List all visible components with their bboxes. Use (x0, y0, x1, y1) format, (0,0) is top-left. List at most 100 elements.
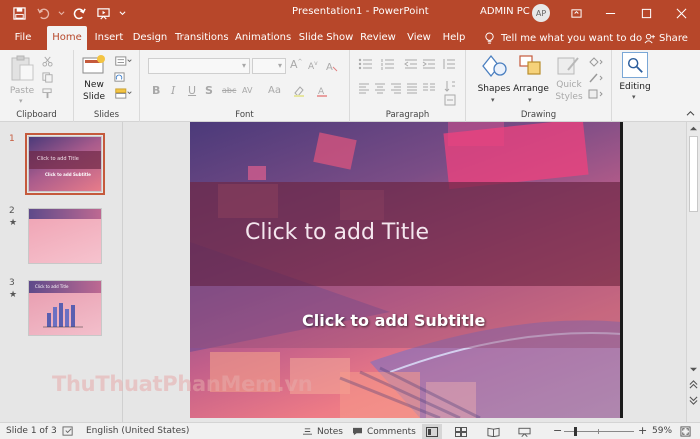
collapse-ribbon-icon[interactable] (686, 110, 695, 117)
shape-fill-icon[interactable] (588, 56, 604, 68)
numbering-icon[interactable] (380, 58, 396, 70)
shape-effects-icon[interactable] (588, 88, 604, 100)
font-color-icon[interactable]: A (316, 85, 330, 97)
ribbon-display-options-button[interactable] (559, 0, 593, 26)
editing-button[interactable]: Editing ▾ (616, 52, 654, 102)
vertical-scrollbar[interactable] (686, 122, 700, 422)
zoom-slider[interactable] (564, 427, 634, 436)
columns-icon[interactable] (422, 82, 436, 94)
scroll-up-icon[interactable] (689, 125, 698, 132)
maximize-button[interactable] (629, 0, 663, 26)
zoom-level[interactable]: 59% (652, 423, 672, 439)
decrease-indent-icon[interactable] (404, 58, 418, 70)
change-case-button[interactable]: Aa (268, 85, 281, 96)
tab-transitions[interactable]: Transitions (175, 26, 229, 50)
arrange-button[interactable]: Arrange ▾ (512, 54, 550, 106)
font-name-combobox[interactable]: ▾ (148, 58, 250, 74)
slide-title-placeholder[interactable]: Click to add Title (245, 220, 429, 245)
section-icon[interactable] (114, 88, 134, 99)
comments-label: Comments (367, 426, 416, 437)
new-slide-button[interactable]: New Slide (78, 54, 110, 106)
text-shadow-button[interactable]: S (205, 84, 213, 97)
character-spacing-button[interactable]: AV (242, 86, 252, 95)
align-center-icon[interactable] (374, 82, 386, 94)
underline-button[interactable]: U (188, 84, 196, 97)
shape-outline-icon[interactable] (588, 72, 604, 84)
comments-button[interactable]: Comments (352, 423, 416, 439)
zoom-in-button[interactable]: + (638, 423, 647, 439)
previous-slide-icon[interactable] (689, 380, 698, 389)
start-from-beginning-button[interactable] (92, 2, 114, 24)
tab-home[interactable]: Home (47, 26, 87, 50)
tab-view[interactable]: View (404, 26, 434, 50)
copy-icon[interactable] (42, 72, 53, 83)
slide-show-view-icon[interactable] (518, 427, 531, 437)
format-painter-icon[interactable] (42, 88, 53, 99)
tab-design[interactable]: Design (132, 26, 168, 50)
next-slide-icon[interactable] (689, 396, 698, 405)
bullets-icon[interactable] (358, 58, 374, 70)
fit-slide-icon[interactable] (680, 426, 691, 437)
shapes-label: Shapes (477, 84, 511, 94)
tab-insert[interactable]: Insert (93, 26, 125, 50)
slide-thumbnail-1[interactable]: Click to add Title Click to add Subtitle (25, 133, 105, 195)
slide-subtitle-placeholder[interactable]: Click to add Subtitle (302, 311, 485, 330)
slide-sorter-icon[interactable] (455, 427, 467, 437)
reset-icon[interactable] (114, 72, 125, 83)
align-text-icon[interactable] (444, 94, 456, 106)
italic-button[interactable]: I (171, 84, 175, 97)
tab-file[interactable]: File (8, 26, 38, 50)
zoom-out-button[interactable]: − (553, 423, 562, 439)
redo-button[interactable] (68, 2, 90, 24)
save-button[interactable] (8, 2, 30, 24)
notes-button[interactable]: Notes (302, 423, 343, 439)
tab-animations[interactable]: Animations (235, 26, 291, 50)
paragraph-group: Paragraph (350, 50, 466, 122)
quick-styles-button[interactable]: Quick Styles (552, 54, 586, 106)
clear-formatting-icon[interactable]: A (326, 60, 338, 72)
notes-icon (303, 428, 312, 435)
undo-dropdown-button[interactable] (56, 2, 66, 24)
layout-icon[interactable] (114, 56, 134, 67)
align-right-icon[interactable] (390, 82, 402, 94)
text-direction-icon[interactable] (444, 80, 456, 92)
slide-count-status[interactable]: Slide 1 of 3 (6, 423, 57, 439)
tab-review[interactable]: Review (360, 26, 396, 50)
minimize-button[interactable] (593, 0, 627, 26)
increase-font-size-icon[interactable]: A^ (290, 58, 303, 71)
increase-indent-icon[interactable] (422, 58, 436, 70)
strikethrough-button[interactable]: abc (222, 86, 236, 95)
reading-view-icon[interactable] (487, 427, 500, 437)
editing-group: Editing ▾ (612, 50, 658, 122)
language-status[interactable]: English (United States) (86, 423, 189, 439)
shapes-button[interactable]: Shapes ▾ (476, 54, 512, 106)
ribbon: Paste ▾ Clipboard New Slide Slides ▾ ▾ A… (0, 50, 700, 122)
slide-thumbnail-3[interactable]: Click to add Title (28, 280, 102, 336)
justify-icon[interactable] (406, 82, 418, 94)
close-button[interactable] (664, 0, 698, 26)
paste-button[interactable]: Paste ▾ (6, 54, 38, 105)
undo-button[interactable] (32, 2, 54, 24)
ribbon-display-icon (570, 8, 582, 18)
avatar[interactable]: AP (532, 4, 550, 22)
bold-button[interactable]: B (152, 84, 160, 97)
share-button[interactable]: Share (644, 26, 688, 50)
scrollbar-thumb[interactable] (689, 136, 698, 212)
tab-slide-show[interactable]: Slide Show (298, 26, 354, 50)
tab-help[interactable]: Help (440, 26, 468, 50)
tell-me-label: Tell me what you want to do (501, 32, 643, 44)
slide-thumbnail-2[interactable] (28, 208, 102, 264)
normal-view-button[interactable] (422, 424, 442, 439)
customize-qat-button[interactable] (116, 2, 128, 24)
font-size-combobox[interactable]: ▾ (252, 58, 286, 74)
zoom-slider-thumb[interactable] (574, 427, 577, 436)
spelling-check-icon[interactable] (62, 426, 75, 437)
tell-me-search[interactable]: Tell me what you want to do (484, 26, 642, 50)
user-name[interactable]: ADMIN PC (480, 6, 530, 17)
line-spacing-icon[interactable] (442, 58, 456, 70)
scroll-down-icon[interactable] (689, 366, 698, 373)
decrease-font-size-icon[interactable]: Av (308, 60, 318, 72)
align-left-icon[interactable] (358, 82, 370, 94)
cut-icon[interactable] (42, 56, 53, 67)
highlight-icon[interactable] (292, 85, 306, 97)
